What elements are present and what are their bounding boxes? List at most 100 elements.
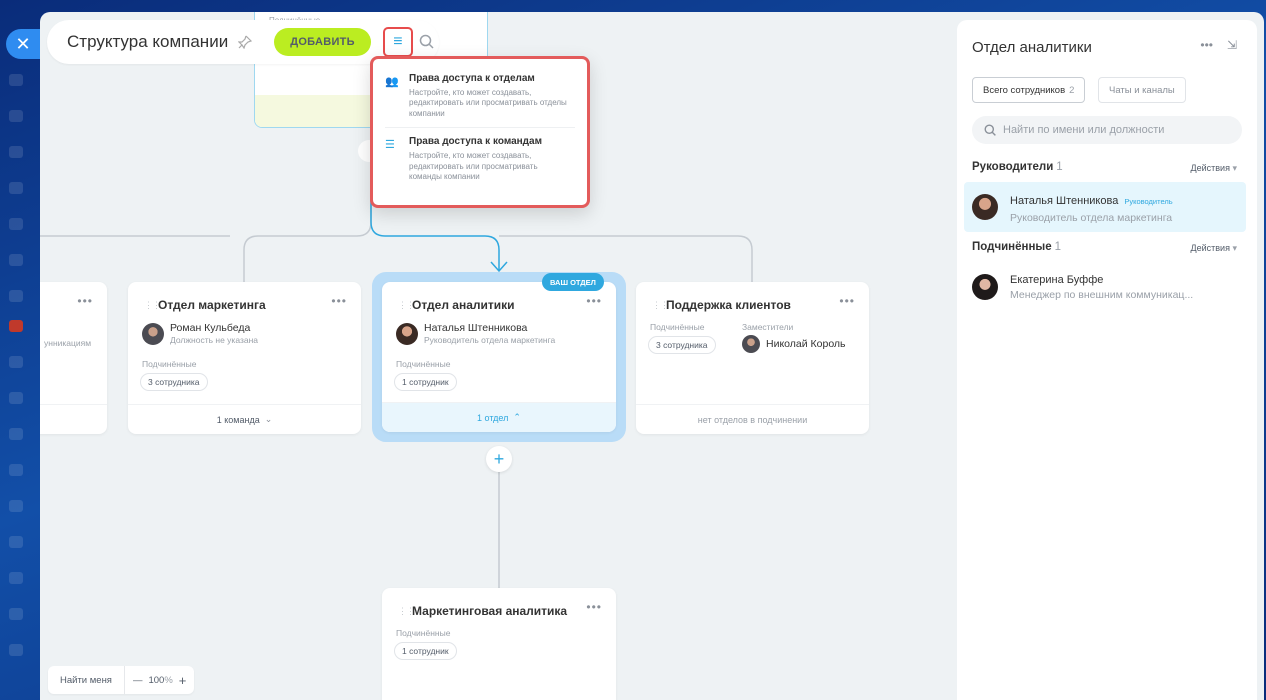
search-icon[interactable] xyxy=(419,34,435,50)
employee-name: Екатерина Буффе xyxy=(1010,273,1104,286)
tab-chats-channels[interactable]: Чаты и каналы xyxy=(1098,77,1186,103)
chevron-down-icon: ▾ xyxy=(1232,243,1237,253)
teams-link[interactable]: 1 команда xyxy=(217,415,260,425)
tab-label: Всего сотрудников xyxy=(983,84,1066,96)
card-footer[interactable]: 1 отдел ⌃ xyxy=(382,402,616,432)
avatar xyxy=(972,194,998,220)
zoom-out-button[interactable]: — xyxy=(133,675,143,686)
main-window: Подчинённые 4 отд ••• унникациям ⋮⋮ Отде… xyxy=(40,12,1264,700)
chevron-up-icon: ⌃ xyxy=(513,412,521,422)
department-panel: Отдел аналитики ••• ⇲ Всего сотрудников … xyxy=(957,20,1257,700)
more-icon[interactable]: ••• xyxy=(839,294,855,308)
person-role: Должность не указана xyxy=(170,335,259,345)
subordinates-label: Подчинённые xyxy=(396,359,451,369)
deputies-label: Заместители xyxy=(742,322,794,332)
employee-name: Наталья Штенникова xyxy=(1010,194,1119,207)
subordinates-count[interactable]: 1 сотрудник xyxy=(394,642,457,660)
actions-label: Действия xyxy=(1190,243,1230,253)
card-footer[interactable]: 1 команда ⌄ xyxy=(128,404,361,434)
access-rights-menu: 👥 Права доступа к отделам Настройте, кто… xyxy=(370,56,590,208)
menu-button[interactable]: ≡ xyxy=(382,27,413,57)
head-tag: Руководитель xyxy=(1124,196,1173,206)
pin-icon[interactable] xyxy=(237,35,253,50)
avatar xyxy=(742,335,760,353)
team-list-icon: ☰ xyxy=(385,139,395,152)
collapse-panel-icon[interactable]: ⇲ xyxy=(1227,38,1237,52)
add-subdepartment-button[interactable]: + xyxy=(486,446,512,472)
menu-item-department-access[interactable]: 👥 Права доступа к отделам Настройте, кто… xyxy=(385,69,575,127)
plus-icon: + xyxy=(493,448,505,469)
zoom-in-button[interactable]: + xyxy=(179,673,187,688)
employee-search[interactable] xyxy=(972,116,1242,144)
menu-item-team-access[interactable]: ☰ Права доступа к командам Настройте, кт… xyxy=(385,127,575,190)
more-icon[interactable]: ••• xyxy=(1200,38,1213,52)
subordinates-count[interactable]: 3 сотрудника xyxy=(648,336,716,354)
chevron-down-icon: ⌄ xyxy=(264,414,273,424)
zoom-control: Найти меня — 100% + xyxy=(48,666,195,694)
avatar xyxy=(396,322,418,345)
chevron-down-icon: ▾ xyxy=(1232,163,1237,173)
department-card-marketing-analytics[interactable]: ⋮⋮ Маркетинговая аналитика ••• Подчинённ… xyxy=(382,588,616,700)
more-icon[interactable]: ••• xyxy=(586,600,602,614)
users-icon: 👥 xyxy=(385,76,399,88)
department-head[interactable]: Наталья Штенникова Руководитель отдела м… xyxy=(396,322,555,345)
department-title: Поддержка клиентов xyxy=(666,298,791,312)
department-title: Отдел аналитики xyxy=(412,298,515,312)
section-label: Руководители xyxy=(972,161,1054,173)
close-icon: ✕ xyxy=(15,33,31,54)
actions-label: Действия xyxy=(1190,163,1230,173)
deputy[interactable]: Николай Король xyxy=(742,335,846,353)
search-icon xyxy=(984,124,996,136)
section-count: 1 xyxy=(1054,241,1062,253)
employee-row-head[interactable]: Наталья Штенникова Руководитель Руководит… xyxy=(964,182,1246,232)
tab-count: 2 xyxy=(1069,84,1075,96)
subordinates-label: Подчинённые xyxy=(396,628,451,638)
desktop-sidebar xyxy=(0,0,40,700)
person-name: Наталья Штенникова xyxy=(424,322,528,334)
department-card-marketing[interactable]: ⋮⋮ Отдел маркетинга ••• Роман Кульбеда Д… xyxy=(128,282,361,434)
section-label: Подчинённые xyxy=(972,241,1052,253)
section-count: 1 xyxy=(1056,161,1063,173)
subordinates-count[interactable]: 1 сотрудник xyxy=(394,373,457,391)
zoom-unit: % xyxy=(164,674,173,686)
more-icon[interactable]: ••• xyxy=(77,294,93,308)
menu-item-title: Права доступа к командам xyxy=(409,136,542,148)
person-name: Роман Кульбеда xyxy=(170,322,251,334)
department-title: Маркетинговая аналитика xyxy=(412,604,568,618)
menu-item-description: Настройте, кто может создавать, редактир… xyxy=(409,88,567,118)
department-card-left[interactable]: ••• унникациям xyxy=(40,282,107,434)
person-role: унникациям xyxy=(44,338,92,348)
zoom-value: 100 xyxy=(148,674,165,686)
employee-role: Менеджер по внешним коммуникац... xyxy=(1010,288,1194,301)
menu-item-description: Настройте, кто может создавать, редактир… xyxy=(409,151,538,181)
card-footer: нет отделов в подчинении xyxy=(636,404,869,434)
close-button[interactable]: ✕ xyxy=(6,29,40,59)
department-head[interactable]: Роман Кульбеда Должность не указана xyxy=(142,322,258,345)
avatar xyxy=(972,274,998,300)
department-card-analytics[interactable]: ⋮⋮ Отдел аналитики ••• Наталья Штенников… xyxy=(382,282,616,432)
person-name: Николай Король xyxy=(766,338,846,350)
search-input[interactable] xyxy=(1003,124,1233,136)
more-icon[interactable]: ••• xyxy=(586,294,602,308)
person-role: Руководитель отдела маркетинга xyxy=(424,335,556,345)
subordinates-label: Подчинённые xyxy=(142,359,197,369)
department-card-support[interactable]: ⋮⋮ Поддержка клиентов ••• Подчинённые 3 … xyxy=(636,282,869,434)
menu-item-title: Права доступа к отделам xyxy=(409,73,535,84)
find-me-button[interactable]: Найти меня xyxy=(48,666,125,694)
subs-actions-dropdown[interactable]: Действия ▾ xyxy=(1191,243,1237,254)
tab-all-employees[interactable]: Всего сотрудников 2 xyxy=(972,77,1086,103)
employee-row-subordinate[interactable]: Екатерина Буффе Менеджер по внешним комм… xyxy=(964,262,1246,312)
card-footer xyxy=(40,404,107,434)
heads-section-title: Руководители 1 xyxy=(972,161,1063,173)
hamburger-icon: ≡ xyxy=(393,33,403,50)
subordinates-label: Подчинённые xyxy=(650,322,705,332)
department-title: Отдел маркетинга xyxy=(158,298,266,312)
heads-actions-dropdown[interactable]: Действия ▾ xyxy=(1191,163,1237,174)
subordinates-count[interactable]: 3 сотрудника xyxy=(140,373,208,391)
departments-link[interactable]: 1 отдел xyxy=(477,413,508,423)
add-button[interactable]: ДОБАВИТЬ xyxy=(274,28,371,56)
more-icon[interactable]: ••• xyxy=(331,294,347,308)
panel-title: Отдел аналитики xyxy=(972,39,1092,56)
your-department-badge: ВАШ ОТДЕЛ xyxy=(542,273,604,291)
structure-canvas[interactable]: Подчинённые 4 отд ••• унникациям ⋮⋮ Отде… xyxy=(40,12,950,700)
